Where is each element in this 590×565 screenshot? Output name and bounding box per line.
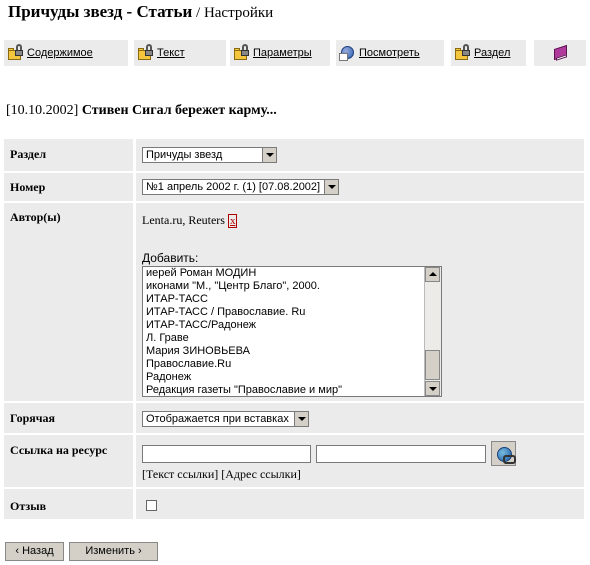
- toolbar-item-book[interactable]: [534, 40, 586, 66]
- scroll-up-icon[interactable]: [425, 267, 440, 282]
- feedback-value-cell: [136, 489, 584, 519]
- issue-select-value: №1 апрель 2002 г. (1) [07.08.2002]: [146, 181, 321, 193]
- chevron-down-icon[interactable]: [262, 148, 276, 162]
- toolbar-item-section[interactable]: Раздел: [451, 40, 526, 66]
- issue-select[interactable]: №1 апрель 2002 г. (1) [07.08.2002]: [142, 179, 339, 195]
- row-link: Ссылка на ресурс [Текст ссылки] [Адрес с…: [4, 435, 584, 487]
- section-select-value: Причуды звезд: [146, 149, 223, 161]
- toolbar-label-section[interactable]: Раздел: [474, 47, 510, 59]
- scroll-down-icon[interactable]: [425, 381, 440, 396]
- row-hot: Горячая Отображается при вставках: [4, 403, 584, 433]
- title-separator: /: [192, 5, 204, 21]
- hot-label: Горячая: [4, 403, 133, 433]
- chevron-down-icon[interactable]: [294, 412, 308, 426]
- hot-select-value: Отображается при вставках: [146, 413, 289, 425]
- book-icon[interactable]: [551, 44, 569, 62]
- author-option[interactable]: Радонеж: [143, 371, 425, 384]
- author-options: иерей Роман МОДИН иконами "М., "Центр Бла…: [143, 267, 425, 396]
- article-title: Стивен Сигал бережет карму...: [81, 103, 277, 118]
- article-date: [10.10.2002]: [6, 103, 79, 118]
- toolbar-label-parameters[interactable]: Параметры: [253, 47, 312, 59]
- author-option[interactable]: Редакция газеты "Православие и мир": [143, 384, 425, 396]
- row-feedback: Отзыв: [4, 489, 584, 519]
- author-option[interactable]: Православие.Ru: [143, 358, 425, 371]
- hot-select[interactable]: Отображается при вставках: [142, 411, 309, 427]
- title-page-name: Настройки: [203, 5, 274, 21]
- row-authors: Автор(ы) Lenta.ru, Reuters x Добавить: и…: [4, 203, 584, 401]
- section-label: Раздел: [4, 139, 133, 171]
- row-section: Раздел Причуды звезд: [4, 139, 584, 171]
- add-author-label: Добавить:: [142, 251, 199, 265]
- authors-label: Автор(ы): [4, 203, 133, 401]
- author-option[interactable]: ИТАР-ТАСС: [143, 293, 425, 306]
- author-option[interactable]: иерей Роман МОДИН: [143, 267, 425, 280]
- toolbar-label-contents[interactable]: Содержимое: [27, 47, 93, 59]
- folder-lock-icon: [7, 44, 25, 62]
- add-author-listbox[interactable]: иерей Роман МОДИН иконами "М., "Центр Бла…: [142, 266, 442, 397]
- authors-current-value: Lenta.ru, Reuters: [142, 213, 225, 227]
- issue-label: Номер: [4, 173, 133, 201]
- author-option[interactable]: иконами "М., "Центр Благо", 2000.: [143, 280, 425, 293]
- link-url-input[interactable]: [316, 445, 486, 463]
- author-option[interactable]: ИТАР-ТАСС / Православие. Ru: [143, 306, 425, 319]
- authors-current: Lenta.ru, Reuters x: [142, 213, 238, 228]
- scroll-thumb[interactable]: [425, 350, 440, 380]
- feedback-label: Отзыв: [4, 489, 133, 519]
- author-option[interactable]: Л. Граве: [143, 332, 425, 345]
- folder-lock-icon: [233, 44, 251, 62]
- author-option[interactable]: ИТАР-ТАСС/Радонеж: [143, 319, 425, 332]
- link-label: Ссылка на ресурс: [4, 435, 133, 487]
- toolbar-item-preview[interactable]: Посмотреть: [336, 40, 444, 66]
- page-title: Причуды звезд - Статьи / Настройки: [8, 2, 273, 22]
- back-button[interactable]: ‹ Назад: [5, 542, 64, 561]
- article-heading: [10.10.2002] Стивен Сигал бережет карму.…: [6, 103, 277, 119]
- toolbar-item-contents[interactable]: Содержимое: [4, 40, 128, 66]
- author-option[interactable]: Мария ЗИНОВЬЕВА: [143, 345, 425, 358]
- section-select[interactable]: Причуды звезд: [142, 147, 277, 163]
- link-hint: [Текст ссылки] [Адрес ссылки]: [142, 467, 301, 481]
- listbox-scrollbar[interactable]: [424, 267, 441, 396]
- insert-link-button[interactable]: [491, 441, 516, 466]
- toolbar: Содержимое Текст Параметры Посмотреть Ра…: [4, 40, 586, 66]
- feedback-checkbox[interactable]: [146, 500, 157, 511]
- link-text-input[interactable]: [142, 445, 311, 463]
- toolbar-label-preview[interactable]: Посмотреть: [359, 47, 420, 59]
- change-button[interactable]: Изменить ›: [69, 542, 158, 561]
- toolbar-item-parameters[interactable]: Параметры: [230, 40, 330, 66]
- remove-author-link[interactable]: x: [227, 214, 238, 228]
- title-breadcrumb: Причуды звезд - Статьи: [8, 2, 193, 21]
- toolbar-item-text[interactable]: Текст: [134, 40, 226, 66]
- chevron-down-icon[interactable]: [324, 180, 338, 194]
- folder-lock-icon: [454, 44, 472, 62]
- folder-lock-icon: [137, 44, 155, 62]
- globe-page-icon: [339, 44, 357, 62]
- toolbar-label-text[interactable]: Текст: [157, 47, 185, 59]
- row-issue: Номер №1 апрель 2002 г. (1) [07.08.2002]: [4, 173, 584, 201]
